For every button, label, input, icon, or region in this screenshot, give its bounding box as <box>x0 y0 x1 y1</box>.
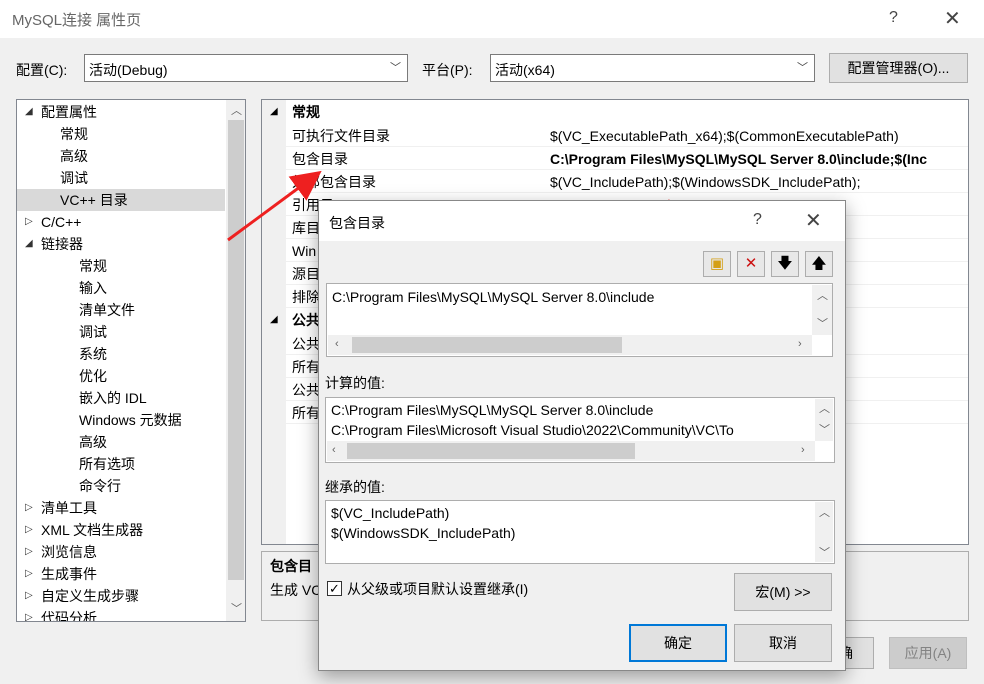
edit-hscroll[interactable]: ‹ › <box>328 335 812 355</box>
scroll-down-icon[interactable]: ﹀ <box>817 315 828 331</box>
dialog-close-button[interactable]: ✕ <box>805 208 822 233</box>
arrow-up-icon: 🡅 <box>811 255 827 272</box>
scroll-up-icon[interactable]: ︿ <box>819 400 830 416</box>
dialog-ok-button[interactable]: 确定 <box>629 624 727 662</box>
check-icon: ✓ <box>329 581 340 596</box>
macro-button[interactable]: 宏(M) >> <box>734 573 832 611</box>
edit-vscroll[interactable]: ︿ ﹀ <box>812 285 832 335</box>
computed-line: C:\Program Files\MySQL\MySQL Server 8.0\… <box>331 402 654 418</box>
scroll-up-icon[interactable]: ︿ <box>817 287 828 303</box>
computed-line: C:\Program Files\Microsoft Visual Studio… <box>331 422 734 438</box>
edit-line[interactable]: C:\Program Files\MySQL\MySQL Server 8.0\… <box>332 289 654 305</box>
move-down-button[interactable]: 🡇 <box>771 251 799 277</box>
computed-label: 计算的值: <box>325 375 385 391</box>
inherited-label: 继承的值: <box>325 479 385 495</box>
new-folder-icon: ▣ <box>709 255 725 272</box>
inherited-box: $(VC_IncludePath) $(WindowsSDK_IncludePa… <box>325 500 835 564</box>
scroll-down-icon[interactable]: ﹀ <box>819 544 830 560</box>
scroll-right-icon[interactable]: › <box>801 444 805 456</box>
dialog-help-button[interactable]: ? <box>753 211 762 229</box>
move-up-button[interactable]: 🡅 <box>805 251 833 277</box>
scroll-left-icon[interactable]: ‹ <box>332 444 336 456</box>
inherited-line: $(VC_IncludePath) <box>331 505 450 521</box>
hscroll-thumb[interactable] <box>347 443 635 459</box>
inherit-checkbox-label[interactable]: 从父级或项目默认设置继承(I) <box>347 579 528 599</box>
computed-box: C:\Program Files\MySQL\MySQL Server 8.0\… <box>325 397 835 463</box>
arrow-down-icon: 🡇 <box>777 255 793 272</box>
delete-button[interactable]: ✕ <box>737 251 765 277</box>
scroll-up-icon[interactable]: ︿ <box>819 504 830 520</box>
scroll-right-icon[interactable]: › <box>798 338 802 350</box>
annotation-arrow-grid <box>227 170 322 242</box>
inherited-vscroll[interactable]: ︿ ﹀ <box>815 502 833 562</box>
edit-box[interactable]: C:\Program Files\MySQL\MySQL Server 8.0\… <box>326 283 833 357</box>
computed-vscroll[interactable]: ︿ ﹀ <box>815 399 833 441</box>
scroll-down-icon[interactable]: ﹀ <box>819 421 830 437</box>
dialog-cancel-button[interactable]: 取消 <box>734 624 832 662</box>
scroll-left-icon[interactable]: ‹ <box>335 338 339 350</box>
delete-icon: ✕ <box>744 255 758 272</box>
inherit-checkbox[interactable]: ✓ <box>327 581 342 596</box>
hscroll-thumb[interactable] <box>352 337 622 353</box>
inherited-line: $(WindowsSDK_IncludePath) <box>331 525 516 541</box>
include-dir-dialog: 包含目录 ? ✕ ▣ ✕ 🡇 🡅 C:\Program Files\MySQL\… <box>318 200 846 671</box>
dialog-title: 包含目录 <box>329 215 385 231</box>
new-folder-button[interactable]: ▣ <box>703 251 731 277</box>
computed-hscroll[interactable]: ‹ › <box>327 441 815 461</box>
dialog-title-bar: 包含目录 ? ✕ <box>319 201 845 241</box>
